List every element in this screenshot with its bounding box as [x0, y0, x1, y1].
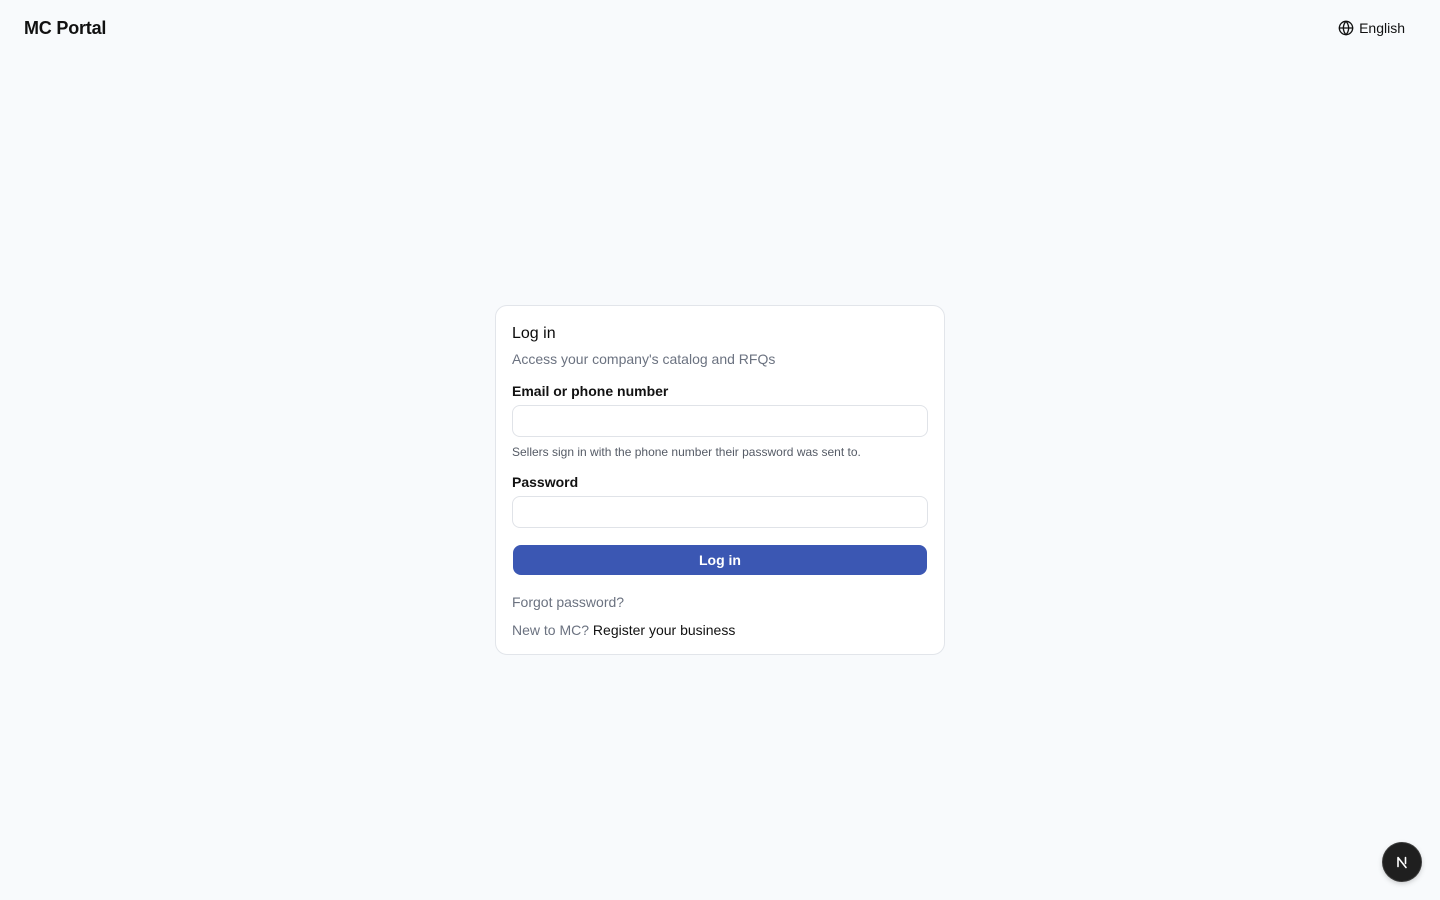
brand-logo[interactable]: MC Portal: [24, 18, 106, 39]
login-card: Log in Access your company's catalog and…: [495, 305, 945, 655]
globe-icon: [1338, 20, 1354, 36]
register-row: New to MC? Register your business: [512, 621, 928, 639]
nextjs-dev-badge[interactable]: [1383, 843, 1421, 881]
language-label: English: [1359, 20, 1405, 36]
email-field[interactable]: [512, 405, 928, 437]
register-prompt: New to MC?: [512, 622, 590, 638]
login-page: MC Portal English Log in Access your com…: [0, 0, 1440, 900]
email-hint: Sellers sign in with the phone number th…: [512, 445, 861, 459]
language-selector[interactable]: English: [1338, 20, 1405, 36]
login-button[interactable]: Log in: [513, 545, 927, 575]
password-label: Password: [512, 474, 579, 490]
register-link[interactable]: Register your business: [593, 622, 735, 638]
login-subtitle: Access your company's catalog and RFQs: [512, 351, 776, 367]
email-label: Email or phone number: [512, 383, 669, 399]
nextjs-icon: [1394, 854, 1410, 870]
login-title: Log in: [512, 325, 556, 342]
forgot-password-link[interactable]: Forgot password?: [512, 593, 928, 611]
password-field[interactable]: [512, 496, 928, 528]
